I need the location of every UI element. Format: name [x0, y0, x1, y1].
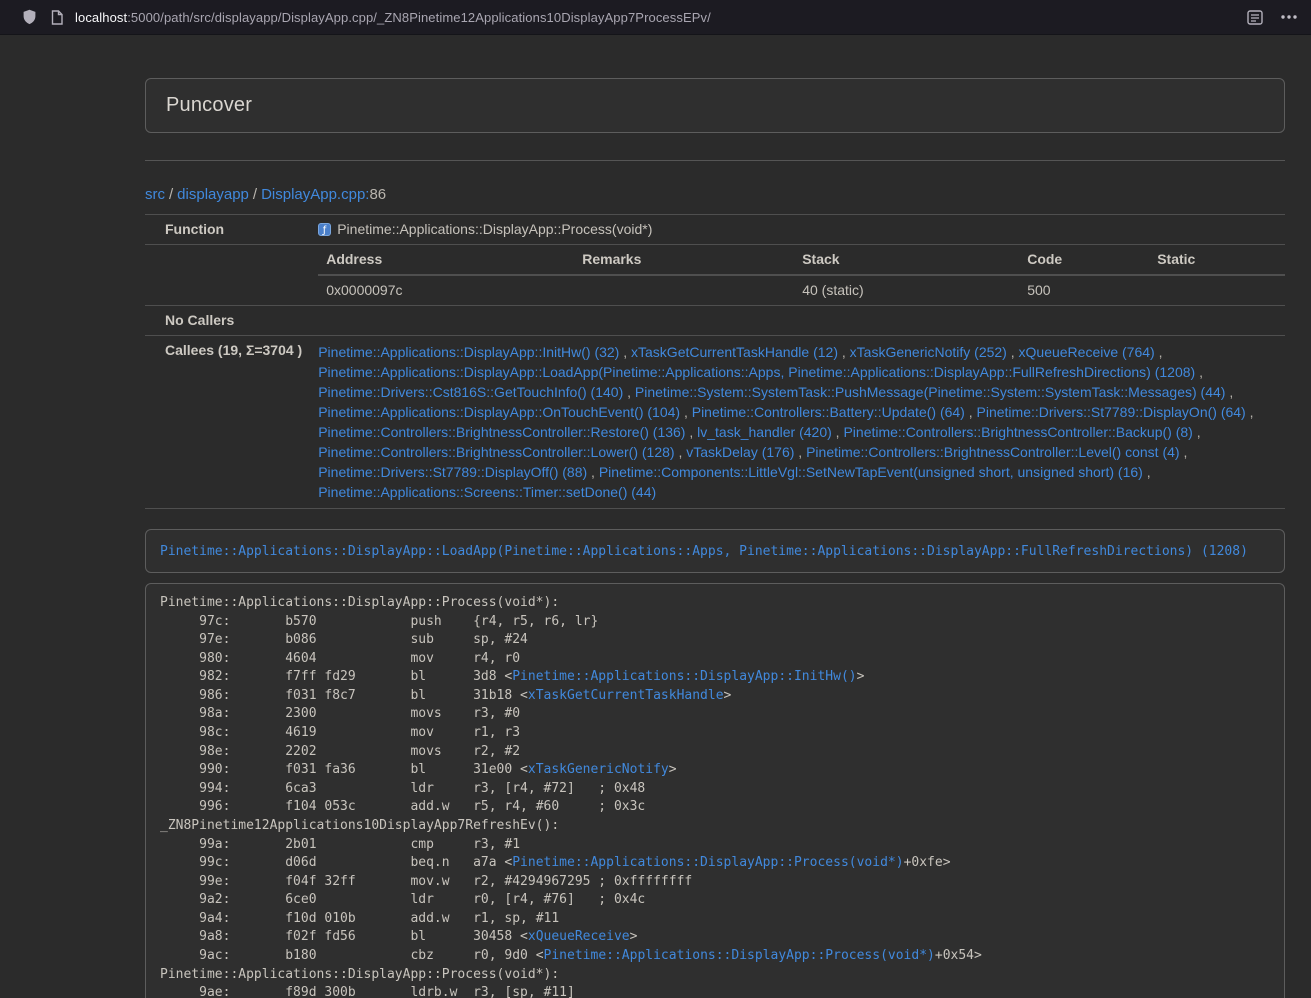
stats-header-row: AddressRemarksStackCodeStatic: [318, 245, 1285, 275]
callee-separator: ,: [1193, 424, 1201, 440]
callee-link[interactable]: Pinetime::Applications::DisplayApp::OnTo…: [318, 404, 680, 420]
callees-cell: Pinetime::Applications::DisplayApp::Init…: [310, 336, 1285, 509]
tracking-shield-icon[interactable]: [22, 9, 37, 25]
stats-header-code: Code: [1019, 245, 1149, 275]
disassembly-panel: Pinetime::Applications::DisplayApp::Proc…: [145, 583, 1285, 998]
callee-link[interactable]: Pinetime::Controllers::Battery::Update()…: [692, 404, 965, 420]
breadcrumb-separator: /: [169, 186, 173, 203]
url-text: localhost:5000/path/src/displayapp/Displ…: [75, 10, 711, 25]
callee-separator: ,: [685, 424, 697, 440]
code-symbol-link[interactable]: Pinetime::Applications::DisplayApp::Proc…: [544, 948, 935, 963]
callees-row: Callees (19, Σ=3704 ) Pinetime::Applicat…: [145, 336, 1285, 509]
disassembly-pre: Pinetime::Applications::DisplayApp::Proc…: [160, 594, 1270, 998]
code-symbol-link[interactable]: xQueueReceive: [528, 929, 630, 944]
stats-header-remarks: Remarks: [574, 245, 794, 275]
callee-separator: ,: [623, 384, 635, 400]
stats-value-stack: 40 (static): [794, 275, 1019, 305]
callee-link[interactable]: Pinetime::Controllers::BrightnessControl…: [318, 444, 674, 460]
function-cell: ƒ Pinetime::Applications::DisplayApp::Pr…: [310, 215, 1285, 245]
code-symbol-link[interactable]: xTaskGetCurrentTaskHandle: [528, 688, 724, 703]
callee-link[interactable]: lv_task_handler (420): [697, 424, 832, 440]
stats-value-address: 0x0000097c: [318, 275, 574, 305]
breadcrumb-separator: /: [253, 186, 257, 203]
callee-separator: ,: [1225, 384, 1233, 400]
callee-separator: ,: [619, 344, 631, 360]
stats-cell: AddressRemarksStackCodeStatic 0x0000097c…: [310, 245, 1285, 306]
callee-link[interactable]: xTaskGenericNotify (252): [850, 344, 1007, 360]
stats-header-static: Static: [1149, 245, 1285, 275]
stats-value-row: 0x0000097c 40 (static)500: [318, 275, 1285, 305]
no-callers-row: No Callers: [145, 306, 1285, 336]
callee-separator: ,: [832, 424, 844, 440]
stats-value-code: 500: [1019, 275, 1149, 305]
callee-link[interactable]: vTaskDelay (176): [686, 444, 794, 460]
callee-separator: ,: [1007, 344, 1019, 360]
callee-link[interactable]: Pinetime::System::SystemTask::PushMessag…: [635, 384, 1226, 400]
callees-label: Callees (19, Σ=3704 ): [145, 336, 310, 509]
app-title: Puncover: [166, 94, 1264, 117]
callee-link[interactable]: Pinetime::Components::LittleVgl::SetNewT…: [599, 464, 1143, 480]
code-symbol-link[interactable]: Pinetime::Applications::DisplayApp::Proc…: [512, 855, 903, 870]
overflow-menu-icon[interactable]: [1281, 15, 1297, 19]
stats-value-remarks: [574, 275, 794, 305]
callee-separator: ,: [680, 404, 692, 420]
function-name: Pinetime::Applications::DisplayApp::Proc…: [337, 221, 652, 238]
callee-separator: ,: [1180, 444, 1188, 460]
app-title-panel: Puncover: [145, 78, 1285, 133]
breadcrumb: src/displayapp/DisplayApp.cpp:86: [145, 185, 1285, 204]
callee-separator: ,: [1246, 404, 1254, 420]
page-content: Puncover src/displayapp/DisplayApp.cpp:8…: [0, 35, 1311, 998]
callee-separator: ,: [587, 464, 599, 480]
callee-separator: ,: [675, 444, 687, 460]
function-label: Function: [145, 215, 310, 245]
symbol-table: Function ƒ Pinetime::Applications::Displ…: [145, 214, 1285, 509]
no-callers-cell: [310, 306, 1285, 336]
callee-link[interactable]: Pinetime::Applications::DisplayApp::Load…: [318, 364, 1195, 380]
divider: [145, 160, 1285, 161]
url-bar[interactable]: localhost:5000/path/src/displayapp/Displ…: [51, 10, 1233, 25]
code-symbol-link[interactable]: Pinetime::Applications::DisplayApp::Init…: [512, 669, 856, 684]
breadcrumb-displayapp-link[interactable]: displayapp: [177, 186, 249, 203]
no-callers-label: No Callers: [145, 306, 310, 336]
loadapp-heading-panel: Pinetime::Applications::DisplayApp::Load…: [145, 529, 1285, 573]
callee-separator: ,: [794, 444, 806, 460]
callee-separator: ,: [838, 344, 850, 360]
stats-value-static: [1149, 275, 1285, 305]
callee-separator: ,: [965, 404, 977, 420]
breadcrumb-line-number: 86: [369, 186, 386, 203]
stats-row: AddressRemarksStackCodeStatic 0x0000097c…: [145, 245, 1285, 306]
callee-link[interactable]: Pinetime::Controllers::BrightnessControl…: [843, 424, 1192, 440]
main-container: Puncover src/displayapp/DisplayApp.cpp:8…: [145, 78, 1285, 998]
svg-text:ƒ: ƒ: [322, 225, 327, 236]
url-path: :5000/path/src/displayapp/DisplayApp.cpp…: [127, 10, 711, 25]
callee-link[interactable]: Pinetime::Drivers::St7789::DisplayOn() (…: [977, 404, 1246, 420]
loadapp-heading-link[interactable]: Pinetime::Applications::DisplayApp::Load…: [160, 544, 1248, 559]
function-row: Function ƒ Pinetime::Applications::Displ…: [145, 215, 1285, 245]
callee-separator: ,: [1143, 464, 1151, 480]
callee-separator: ,: [1155, 344, 1163, 360]
stats-header-address: Address: [318, 245, 574, 275]
url-host: localhost: [75, 10, 127, 25]
stats-row-label: [145, 245, 310, 306]
browser-toolbar: localhost:5000/path/src/displayapp/Displ…: [0, 0, 1311, 35]
toolbar-right: [1247, 10, 1297, 25]
callee-link[interactable]: xQueueReceive (764): [1019, 344, 1155, 360]
function-icon: ƒ: [318, 223, 331, 236]
code-symbol-link[interactable]: xTaskGenericNotify: [528, 762, 669, 777]
callee-separator: ,: [1195, 364, 1203, 380]
callee-link[interactable]: Pinetime::Applications::Screens::Timer::…: [318, 484, 656, 500]
callee-link[interactable]: Pinetime::Controllers::BrightnessControl…: [806, 444, 1179, 460]
callee-link[interactable]: Pinetime::Controllers::BrightnessControl…: [318, 424, 685, 440]
callee-link[interactable]: Pinetime::Drivers::St7789::DisplayOff() …: [318, 464, 587, 480]
callee-link[interactable]: Pinetime::Drivers::Cst816S::GetTouchInfo…: [318, 384, 623, 400]
stats-table: AddressRemarksStackCodeStatic 0x0000097c…: [318, 245, 1285, 305]
callee-link[interactable]: Pinetime::Applications::DisplayApp::Init…: [318, 344, 619, 360]
reader-view-icon[interactable]: [1247, 10, 1263, 25]
breadcrumb-file-link[interactable]: DisplayApp.cpp:: [261, 186, 369, 203]
page-info-icon[interactable]: [51, 10, 63, 25]
stats-header-stack: Stack: [794, 245, 1019, 275]
breadcrumb-src-link[interactable]: src: [145, 186, 165, 203]
callee-link[interactable]: xTaskGetCurrentTaskHandle (12): [631, 344, 838, 360]
